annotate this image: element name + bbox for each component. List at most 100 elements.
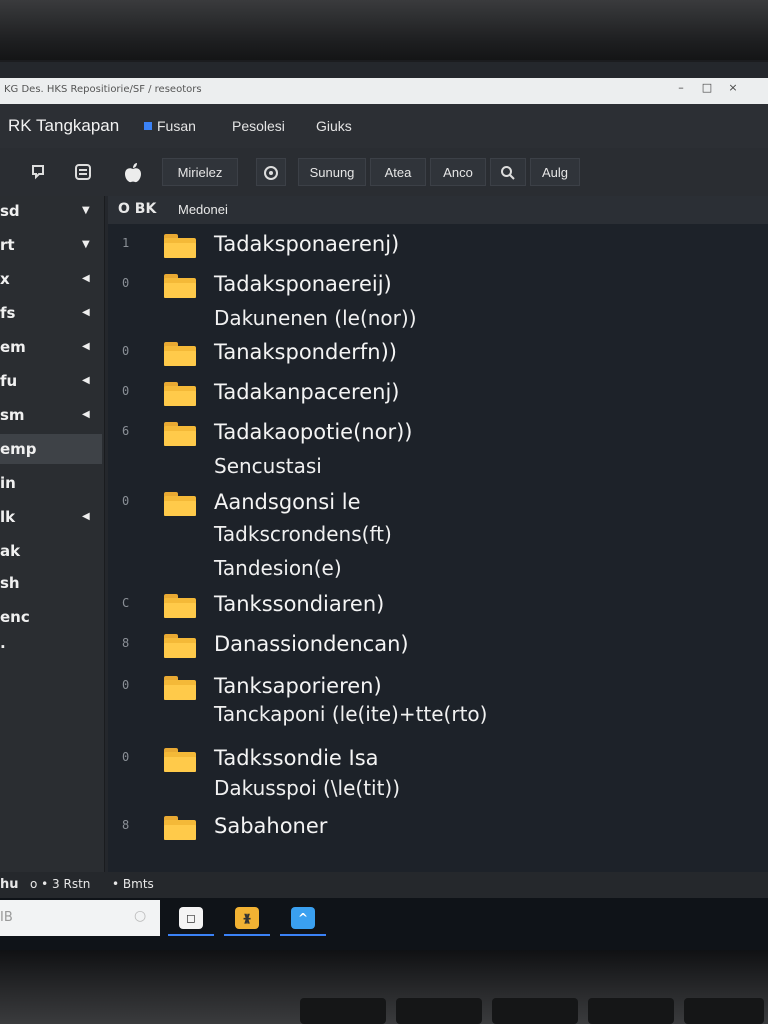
- gear-icon: [264, 166, 278, 180]
- chevron-left-icon[interactable]: ◀: [82, 264, 90, 294]
- taskbar: IB ○ ◻ ᚕ ^: [0, 898, 768, 950]
- file-row[interactable]: 8 Sabahoner: [108, 810, 768, 844]
- keyboard-key: [492, 998, 578, 1024]
- chevron-down-icon[interactable]: ▼: [82, 230, 90, 260]
- sidebar-item[interactable]: enc: [0, 602, 102, 632]
- row-number: 0: [122, 344, 130, 358]
- chevron-left-icon[interactable]: ◀: [82, 366, 90, 396]
- sidebar-item-label: enc: [0, 608, 30, 626]
- notes-app-icon[interactable]: ᚕ: [224, 902, 270, 936]
- sidebar-item-active[interactable]: emp: [0, 434, 102, 464]
- file-name: Tadaksponaereij): [214, 272, 392, 296]
- sidebar-item[interactable]: in: [0, 468, 102, 498]
- file-subtitle: Dakusspoi (\le(tit)): [214, 776, 401, 800]
- sidebar-item[interactable]: sm ◀: [0, 400, 102, 430]
- folder-icon: [164, 492, 196, 516]
- path-current[interactable]: Medonei: [178, 202, 228, 217]
- folder-icon: [164, 594, 196, 618]
- toolbar-button-sunung[interactable]: Sunung: [298, 158, 366, 186]
- file-row[interactable]: 0 Tadaksponaereij): [108, 268, 768, 302]
- status-right: • Bmts: [112, 877, 154, 891]
- file-row[interactable]: 0 Tanksaporieren): [108, 670, 768, 704]
- file-row[interactable]: 8 Danassiondencan): [108, 628, 768, 662]
- file-row[interactable]: 0 Tadakanpacerenj): [108, 376, 768, 410]
- grid-icon[interactable]: [72, 162, 94, 184]
- sidebar-item-label: emp: [0, 440, 37, 458]
- finder-app-icon[interactable]: ◻: [168, 902, 214, 936]
- maximize-icon[interactable]: □: [700, 81, 714, 95]
- chevron-left-icon[interactable]: ◀: [82, 502, 90, 532]
- toolbar-button-search[interactable]: [490, 158, 526, 186]
- keyboard-keys: [0, 988, 768, 1024]
- sidebar: sd ▼ rt ▼ x ◀ fs ◀ em ◀ fu ◀ sm ◀ emp in lk ◀ ak…: [0, 196, 105, 886]
- file-name: Tanksaporieren): [214, 674, 382, 698]
- row-number: 0: [122, 678, 130, 692]
- store-app-icon[interactable]: ^: [280, 902, 326, 936]
- sidebar-item[interactable]: sd ▼: [0, 196, 102, 226]
- keyboard-key: [300, 998, 386, 1024]
- folder-icon: [164, 634, 196, 658]
- toolbar-button-settings[interactable]: [256, 158, 286, 186]
- file-row[interactable]: 6 Tadakaopotie(nor)): [108, 416, 768, 450]
- folder-icon: [164, 816, 196, 840]
- sidebar-item-label: sm: [0, 406, 25, 424]
- row-number: 0: [122, 750, 130, 764]
- sidebar-item[interactable]: ak: [0, 536, 102, 566]
- sidebar-item[interactable]: fs ◀: [0, 298, 102, 328]
- chevron-left-icon[interactable]: ◀: [82, 400, 90, 430]
- file-name: Sabahoner: [214, 814, 328, 838]
- apple-icon[interactable]: [122, 162, 144, 184]
- sidebar-item[interactable]: em ◀: [0, 332, 102, 362]
- folder-icon: [164, 422, 196, 446]
- file-row[interactable]: 0 Tanaksponderfn)): [108, 336, 768, 370]
- menu-pesolesi[interactable]: Pesolesi: [232, 118, 285, 134]
- sidebar-item[interactable]: rt ▼: [0, 230, 102, 260]
- notes-glyph: ᚕ: [235, 907, 259, 929]
- file-subtitle: Dakunenen (le(nor)): [214, 306, 417, 330]
- toolbar-button-atea[interactable]: Atea: [370, 158, 426, 186]
- app-square-icon: [144, 122, 152, 130]
- file-row[interactable]: C Tankssondiaren): [108, 588, 768, 622]
- folder-icon: [164, 274, 196, 298]
- sidebar-item-label: fu: [0, 372, 18, 390]
- chevron-left-icon[interactable]: ◀: [82, 298, 90, 328]
- toolbar-button-anco[interactable]: Anco: [430, 158, 486, 186]
- toolbar-button-aulg[interactable]: Aulg: [530, 158, 580, 186]
- close-icon[interactable]: ×: [726, 81, 740, 95]
- menubar: RK Tangkapan Fusan Pesolesi Giuks: [0, 104, 768, 149]
- search-icon: ○: [134, 908, 147, 924]
- folder-icon: [164, 748, 196, 772]
- sidebar-item[interactable]: x ◀: [0, 264, 102, 294]
- path-prefix[interactable]: O BK: [118, 201, 156, 217]
- sidebar-item[interactable]: fu ◀: [0, 366, 102, 396]
- sidebar-item-label: sd: [0, 202, 20, 220]
- file-row[interactable]: 0 Tadkssondie Isa: [108, 742, 768, 776]
- file-row[interactable]: 1 Tadaksponaerenj): [108, 228, 768, 262]
- row-number: 0: [122, 276, 130, 290]
- toolbar: Mirielez Sunung Atea Anco Aulg: [0, 148, 768, 196]
- folder-icon: [164, 342, 196, 366]
- monitor-bezel-top: [0, 0, 768, 60]
- chevron-down-icon[interactable]: ▼: [82, 196, 90, 226]
- file-list-pane: O BK Medonei 1 Tadaksponaerenj) 0 Tadaks…: [108, 196, 768, 916]
- status-left: hu: [0, 877, 19, 892]
- minimize-icon[interactable]: –: [674, 81, 688, 95]
- app-name: RK Tangkapan: [8, 116, 120, 135]
- sidebar-item[interactable]: sh: [0, 568, 102, 598]
- chevron-left-icon[interactable]: ◀: [82, 332, 90, 362]
- menu-giuks[interactable]: Giuks: [316, 118, 352, 134]
- file-row[interactable]: 0 Aandsgonsi le: [108, 486, 768, 520]
- status-bar: hu o • 3 Rstn • Bmts: [0, 872, 768, 898]
- search-icon[interactable]: [28, 162, 50, 184]
- sidebar-item[interactable]: ·: [0, 632, 102, 662]
- folder-icon: [164, 234, 196, 258]
- menu-fusan[interactable]: Fusan: [144, 118, 196, 134]
- file-name: Tadaksponaerenj): [214, 232, 400, 256]
- sidebar-item[interactable]: lk ◀: [0, 502, 102, 532]
- menu-fusan-label: Fusan: [157, 118, 196, 134]
- taskbar-search-input[interactable]: IB ○: [0, 900, 160, 936]
- sidebar-item-label: lk: [0, 508, 16, 526]
- status-count: o • 3 Rstn: [30, 877, 91, 891]
- toolbar-button-mirielez[interactable]: Mirielez: [162, 158, 238, 186]
- row-number: 1: [122, 236, 130, 250]
